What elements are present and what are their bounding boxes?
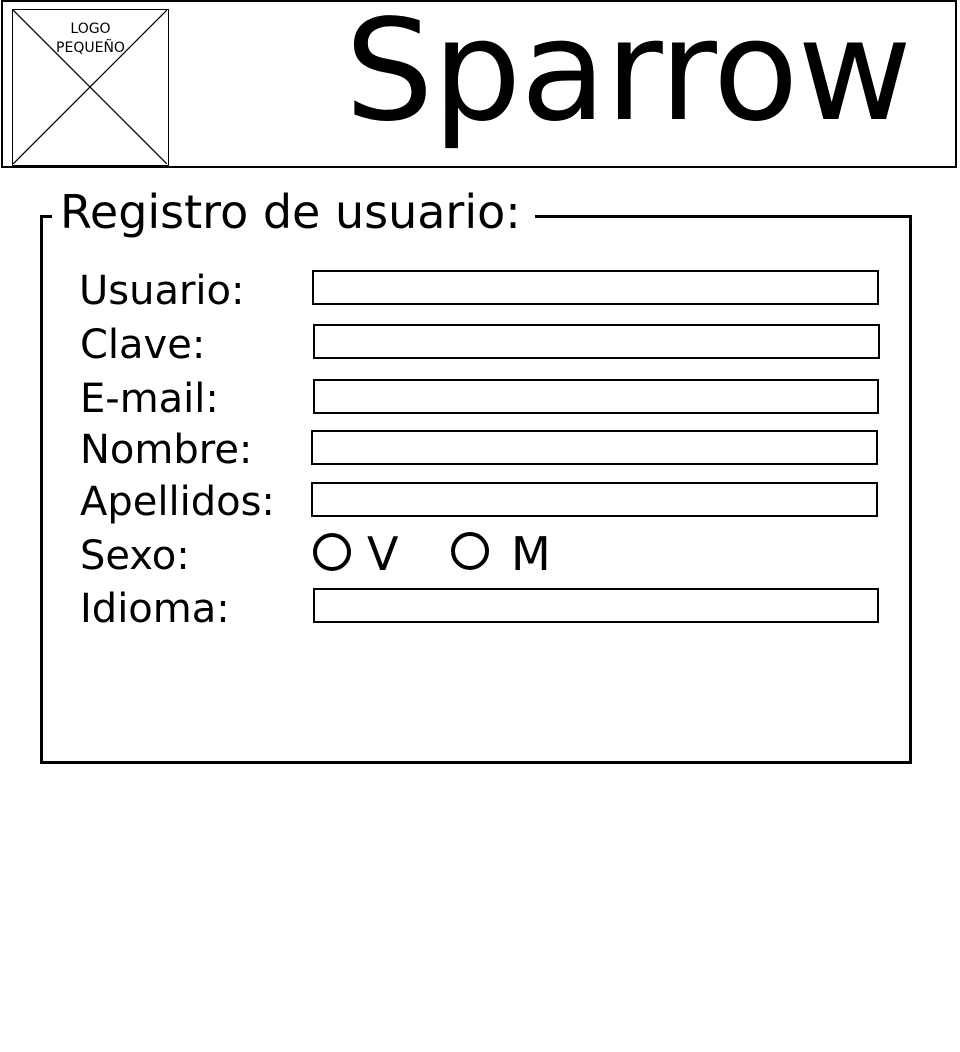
- logo-text-line2: PEQUEÑO: [56, 40, 125, 56]
- nombre-label: Nombre:: [80, 427, 253, 473]
- header-bar: LOGO PEQUEÑO Sparrow: [1, 0, 957, 168]
- sexo-radio-m[interactable]: [451, 532, 489, 570]
- sexo-option-m-label: M: [511, 527, 551, 581]
- email-label: E-mail:: [80, 376, 219, 422]
- apellidos-label: Apellidos:: [80, 479, 275, 525]
- sexo-label: Sexo:: [80, 533, 190, 579]
- sexo-radio-v[interactable]: [313, 533, 351, 571]
- nombre-input[interactable]: [311, 430, 878, 465]
- clave-label: Clave:: [80, 322, 206, 368]
- logo-placeholder: LOGO PEQUEÑO: [12, 9, 169, 166]
- logo-text-line1: LOGO: [70, 21, 111, 37]
- sexo-option-v-label: V: [367, 527, 399, 581]
- clave-input[interactable]: [313, 324, 880, 359]
- idioma-label: Idioma:: [80, 586, 230, 632]
- usuario-label: Usuario:: [79, 268, 245, 314]
- usuario-input[interactable]: [312, 270, 879, 305]
- registration-legend: Registro de usuario:: [52, 184, 535, 240]
- email-input[interactable]: [313, 379, 879, 414]
- brand-title: Sparrow: [344, 0, 912, 153]
- idioma-input[interactable]: [313, 588, 879, 623]
- apellidos-input[interactable]: [311, 482, 878, 517]
